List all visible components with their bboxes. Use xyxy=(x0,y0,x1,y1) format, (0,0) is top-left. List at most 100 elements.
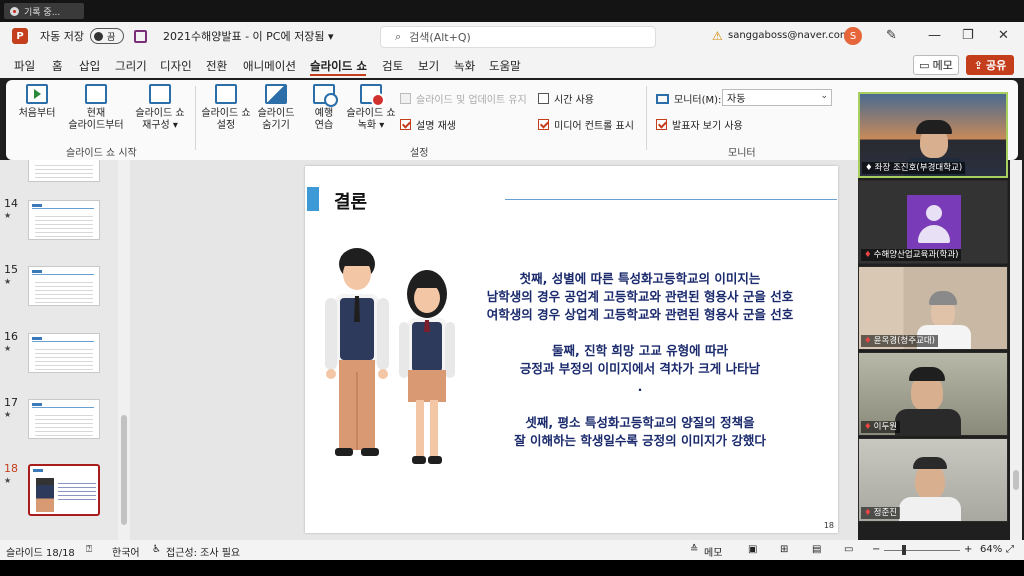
rehearse-clock-icon xyxy=(313,84,338,107)
tab-help[interactable]: 도움말 xyxy=(489,58,521,74)
from-start-button[interactable]: 처음부터 xyxy=(16,84,58,120)
record-slideshow-button[interactable]: 슬라이드 쇼 녹화 ▾ xyxy=(342,84,400,132)
document-title[interactable]: 2021수해양발표 - 이 PC에 저장됨 ▾ xyxy=(163,28,333,44)
video-tile[interactable]: ♦ 윤옥경(청주교대) xyxy=(858,266,1008,350)
slide-number: 14 ★ xyxy=(4,197,18,221)
use-timings-checkbox[interactable]: 시간 사용 xyxy=(538,91,594,106)
setup-slideshow-label: 슬라이드 쇼 설정 xyxy=(201,108,251,131)
star-icon: ★ xyxy=(4,410,12,419)
recording-indicator[interactable]: 기록 중... xyxy=(4,3,84,19)
zoom-slider[interactable] xyxy=(884,550,960,551)
notes-icon[interactable]: ≙ xyxy=(690,544,698,555)
video-tile[interactable]: ♦ 수해양산업교육과(학과) xyxy=(858,180,1008,264)
memo-label: 메모 xyxy=(932,59,953,72)
custom-slideshow-label: 슬라이드 쇼 재구성 ▾ xyxy=(135,108,185,131)
from-start-label: 처음부터 xyxy=(18,108,56,119)
setup-slideshow-button[interactable]: 슬라이드 쇼 설정 xyxy=(198,84,254,132)
spellcheck-icon[interactable]: ⍰ xyxy=(86,544,92,555)
tab-home[interactable]: 홈 xyxy=(52,58,63,74)
slide-sorter-icon[interactable]: ⊞ xyxy=(780,544,788,555)
toggle-knob-icon xyxy=(93,31,103,41)
tab-file[interactable]: 파일 xyxy=(14,58,35,74)
fit-to-window-icon[interactable]: ⤢ xyxy=(1006,544,1014,555)
presenter-view-label: 발표자 보기 사용 xyxy=(672,121,743,132)
close-icon[interactable]: ✕ xyxy=(998,28,1009,43)
chevron-down-icon: ⌄ xyxy=(820,91,828,101)
recording-label: 기록 중... xyxy=(24,7,61,18)
tab-review[interactable]: 검토 xyxy=(382,58,403,74)
slideshow-view-icon[interactable]: ▭ xyxy=(844,544,853,555)
save-icon[interactable] xyxy=(133,29,147,43)
ribbon-separator xyxy=(646,86,647,150)
monitor-select[interactable]: 자동 ⌄ xyxy=(722,89,832,106)
tab-insert[interactable]: 삽입 xyxy=(79,58,100,74)
hide-slide-label: 슬라이드 숨기기 xyxy=(257,108,295,131)
zoom-level[interactable]: 64% xyxy=(980,544,1002,555)
tab-record[interactable]: 녹화 xyxy=(454,58,475,74)
notes-button[interactable]: 메모 xyxy=(704,544,722,559)
participant-name: ♦ 좌장 조진호(부경대학교) xyxy=(862,162,966,174)
tab-view[interactable]: 보기 xyxy=(418,58,439,74)
body-line: 잘 이해하는 학생일수록 긍정의 이미지가 강했다 xyxy=(514,433,766,448)
autosave-toggle[interactable]: 끔 xyxy=(89,28,124,44)
zoom-out-icon[interactable]: − xyxy=(872,544,880,555)
zoom-slider-handle[interactable] xyxy=(902,545,906,555)
slide-counter: 슬라이드 18/18 xyxy=(6,548,75,559)
star-icon: ★ xyxy=(4,211,12,220)
monitor-label: 모니터(M): xyxy=(674,95,722,106)
account-email[interactable]: sanggaboss@naver.com xyxy=(728,30,850,41)
active-tab-indicator xyxy=(310,74,366,76)
custom-show-icon xyxy=(149,84,171,104)
tab-animations[interactable]: 애니메이션 xyxy=(243,58,296,74)
avatar[interactable]: S xyxy=(844,27,862,45)
thumbnail-scrollbar[interactable] xyxy=(118,160,130,540)
body-line: 둘째, 진학 희망 고교 유형에 따라 xyxy=(551,343,728,358)
tab-draw[interactable]: 그리기 xyxy=(115,58,147,74)
rehearse-label: 예행 연습 xyxy=(314,108,334,131)
warning-icon[interactable]: ⚠ xyxy=(712,29,723,43)
setup-show-icon xyxy=(215,84,237,104)
slide-thumbnail-14[interactable] xyxy=(28,200,100,240)
muted-microphone-icon: ♦ xyxy=(864,508,872,518)
comment-icon: ▭ xyxy=(919,58,930,72)
video-tile[interactable]: ♦ 정준진 xyxy=(858,438,1008,522)
monitor-value: 자동 xyxy=(727,94,746,105)
custom-slideshow-button[interactable]: 슬라이드 쇼 재구성 ▾ xyxy=(130,84,190,132)
body-line: 셋째, 평소 특성화고등학교의 양질의 정책을 xyxy=(525,415,755,430)
tab-transitions[interactable]: 전환 xyxy=(206,58,227,74)
minimize-icon[interactable]: — xyxy=(928,28,941,43)
search-input[interactable]: ⌕ 검색(Alt+Q) xyxy=(380,26,656,48)
zoom-in-icon[interactable]: + xyxy=(964,544,972,555)
video-tile[interactable]: ♦ 좌장 조진호(부경대학교) xyxy=(858,92,1008,178)
memo-button[interactable]: ▭ 메모 xyxy=(913,55,959,75)
tab-slideshow[interactable]: 슬라이드 쇼 xyxy=(310,58,367,74)
slide-thumbnail-16[interactable] xyxy=(28,333,100,373)
restore-icon[interactable]: ❐ xyxy=(962,28,974,43)
current-slide[interactable]: 결론 첫째, 성별에 따른 특성화고등학교의 이미지는 남학생의 경우 공업계 … xyxy=(305,166,838,533)
language-status[interactable]: 한국어 xyxy=(112,544,140,559)
slide-thumbnail-13[interactable] xyxy=(28,160,100,182)
rehearse-timings-button[interactable]: 예행 연습 xyxy=(306,84,342,132)
tab-design[interactable]: 디자인 xyxy=(160,58,192,74)
monitor-field: 모니터(M): xyxy=(656,91,721,106)
title-bar: P 자동 저장 끔 2021수해양발표 - 이 PC에 저장됨 ▾ ⌕ 검색(A… xyxy=(0,22,1024,50)
slide-thumbnail-15[interactable] xyxy=(28,266,100,306)
accessibility-status[interactable]: 접근성: 조사 필요 xyxy=(166,544,240,559)
media-controls-checkbox[interactable]: 미디어 컨트롤 표시 xyxy=(538,117,634,132)
reading-view-icon[interactable]: ▤ xyxy=(812,544,821,555)
share-button[interactable]: ⇪ 공유 xyxy=(966,55,1014,75)
presenter-view-checkbox[interactable]: 발표자 보기 사용 xyxy=(656,117,743,132)
pen-icon[interactable]: ✎ xyxy=(886,28,897,43)
hide-slide-button[interactable]: 슬라이드 숨기기 xyxy=(254,84,298,132)
slide-thumbnail-18[interactable] xyxy=(28,464,100,516)
video-tile[interactable]: ♦ 이두원 xyxy=(858,352,1008,436)
editor-scrollbar[interactable] xyxy=(1010,160,1022,540)
normal-view-icon[interactable]: ▣ xyxy=(748,544,757,555)
body-line xyxy=(455,396,825,414)
accessibility-icon[interactable]: ♿ xyxy=(152,544,161,555)
from-current-button[interactable]: 현재 슬라이드부터 xyxy=(60,84,132,132)
autosave-state: 끔 xyxy=(106,32,116,43)
play-narrations-checkbox[interactable]: 설명 재생 xyxy=(400,117,456,132)
slide-thumbnail-17[interactable] xyxy=(28,399,100,439)
screen-top-bar xyxy=(0,0,1024,22)
